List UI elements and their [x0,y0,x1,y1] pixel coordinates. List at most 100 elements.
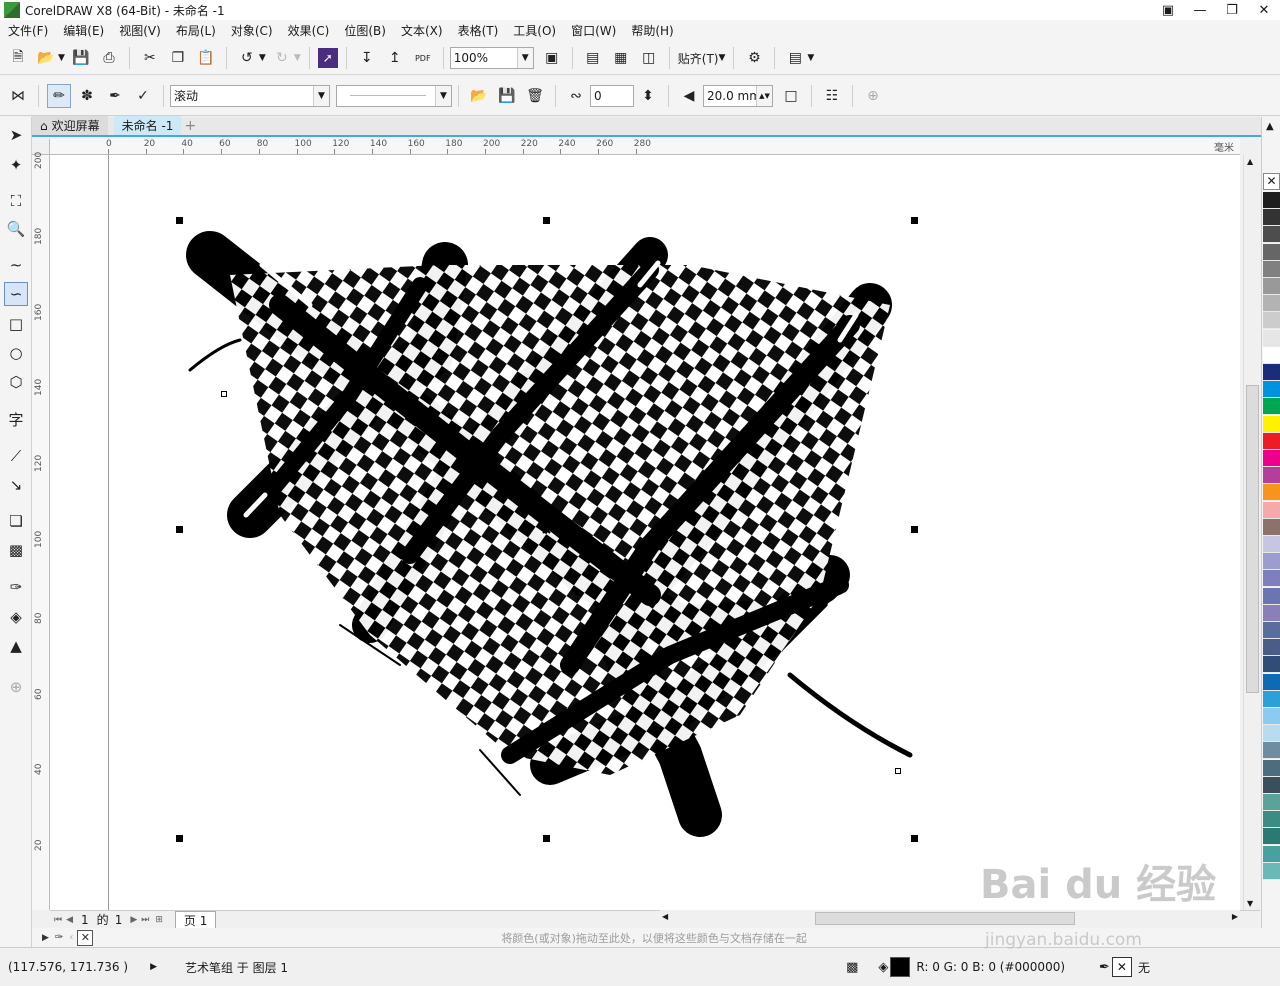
palette-swatch[interactable] [1263,690,1280,708]
publish-pdf-icon[interactable]: PDF [411,46,435,70]
drawing-canvas[interactable] [50,155,1240,910]
transparency-tool-icon[interactable]: ▩ [4,538,28,562]
artistic-media-preset-icon[interactable]: ⋈ [6,84,30,108]
parallel-dimension-tool-icon[interactable]: ⟋ [4,444,28,468]
tab-document[interactable]: 未命名 -1 [113,116,182,135]
palette-swatch[interactable] [1263,862,1280,880]
text-tool-icon[interactable]: 字 [4,407,28,431]
undo-icon[interactable]: ↺ [235,46,259,70]
no-color-swatch-icon[interactable]: ✕ [77,929,94,946]
path-start-node[interactable] [221,391,227,397]
last-page-icon[interactable]: ⏭ [141,915,149,925]
selection-handle-bottom-middle[interactable] [543,835,550,842]
palette-swatch[interactable] [1263,209,1280,227]
pick-tool-icon[interactable]: ➤ [4,123,28,147]
outline-pen-icon[interactable]: ✒ [1099,960,1110,975]
snap-to-menu[interactable]: 贴齐(T) [678,46,719,70]
search-content-icon[interactable]: ➚ [317,48,338,68]
fill-color-swatch[interactable] [890,957,911,977]
zoom-level-combo[interactable]: 100% ▼ [449,47,534,69]
add-page-icon[interactable]: ⊞ [155,915,163,925]
import-icon[interactable]: ↧ [355,46,379,70]
palette-swatch[interactable] [1263,811,1280,829]
show-rulers-icon[interactable]: ▤ [581,46,605,70]
polygon-tool-icon[interactable]: ⬡ [4,370,28,394]
first-page-icon[interactable]: ⏮ [54,915,62,925]
redo-icon[interactable]: ↻ [270,46,294,70]
palette-swatch[interactable] [1263,415,1280,433]
palette-swatch[interactable] [1263,312,1280,330]
palette-swatch[interactable] [1263,604,1280,622]
add-tool-icon[interactable]: ⊕ [4,675,28,699]
palette-swatch[interactable] [1263,364,1280,381]
palette-swatch[interactable] [1263,708,1280,725]
add-tab-icon[interactable]: + [181,116,199,135]
artistic-stroke-artwork[interactable] [50,155,1240,910]
paste-icon[interactable]: 📋 [194,46,218,70]
menu-file[interactable]: 文件(F) [0,20,55,42]
horizontal-scrollbar[interactable]: ◀ ▶ [660,910,1240,928]
palette-swatch[interactable] [1263,639,1280,657]
palette-swatch[interactable] [1263,243,1280,261]
menu-effects[interactable]: 效果(C) [280,20,337,42]
crop-tool-icon[interactable]: ⛶ [4,189,28,213]
palette-left-icon[interactable]: ‹ [69,932,73,943]
palette-swatch[interactable] [1263,570,1280,588]
chevron-down-icon[interactable]: ▼ [313,85,329,106]
vertical-ruler[interactable]: 200 180 160 140 120 100 80 60 40 20 [32,152,50,910]
palette-swatch[interactable] [1263,398,1280,416]
tab-welcome-screen[interactable]: ⌂ 欢迎屏幕 [32,116,108,135]
full-screen-icon[interactable]: ▣ [540,46,564,70]
new-document-icon[interactable]: 🗎 [6,46,30,70]
palette-swatch[interactable] [1263,381,1280,399]
application-launcher-icon[interactable]: ▤ [783,46,807,70]
menu-text[interactable]: 文本(X) [393,20,450,42]
open-dropdown-icon[interactable]: ▼ [58,53,65,63]
palette-swatch[interactable] [1263,278,1280,295]
sprayer-mode-icon[interactable]: ✽ [75,84,99,108]
chevron-down-icon[interactable]: ▼ [435,85,451,106]
palette-swatch[interactable] [1263,484,1280,502]
help-account-icon[interactable]: ▣ [1152,0,1184,20]
palette-swatch[interactable] [1263,587,1280,605]
restore-icon[interactable]: ❐ [1216,0,1248,20]
selection-handle-top-right[interactable] [911,217,918,224]
palette-swatch[interactable] [1263,725,1280,743]
connector-tool-icon[interactable]: ↘ [4,473,28,497]
spin-arrows-icon[interactable]: ▲▼ [756,85,772,106]
palette-swatch[interactable] [1263,192,1280,209]
redo-dropdown-icon[interactable]: ▼ [294,53,301,63]
delete-icon[interactable]: 🗑 [523,84,547,108]
selection-handle-bottom-right[interactable] [911,835,918,842]
close-icon[interactable]: ✕ [1248,0,1280,20]
fill-icon[interactable]: ◈ [878,960,888,975]
menu-layout[interactable]: 布局(L) [168,20,223,42]
browse-folder-icon[interactable]: 📂 [467,84,491,108]
launcher-dropdown-icon[interactable]: ▼ [807,53,814,63]
palette-swatch[interactable] [1263,346,1280,364]
outline-color-swatch-icon[interactable]: ✕ [1111,957,1132,977]
freehand-smoothing-icon[interactable]: ∾ [564,84,588,108]
rectangle-tool-icon[interactable]: □ [4,312,28,336]
scroll-up-icon[interactable]: ▲ [1247,157,1253,166]
scale-stroke-icon[interactable]: □ [779,84,803,108]
palette-swatch[interactable] [1263,501,1280,519]
artistic-media-tool-icon[interactable]: ∽ [4,282,28,306]
stroke-width-icon[interactable]: ◀ [677,84,701,108]
palette-scroll-up-icon[interactable]: ▲ [1266,121,1274,132]
freehand-tool-icon[interactable]: ∼ [4,253,28,277]
palette-swatch[interactable] [1263,656,1280,674]
page-tab-1[interactable]: 页 1 [174,910,217,929]
save-icon[interactable]: 💾 [69,46,93,70]
palette-swatch[interactable] [1263,295,1280,313]
palette-swatch[interactable] [1263,776,1280,794]
options-gear-icon[interactable]: ⚙ [742,46,766,70]
palette-swatch[interactable] [1263,260,1280,278]
palette-swatch[interactable] [1263,518,1280,536]
scroll-right-icon[interactable]: ▶ [1232,912,1238,921]
menu-edit[interactable]: 编辑(E) [55,20,111,42]
palette-swatch[interactable] [1263,329,1280,347]
palette-swatch[interactable] [1263,432,1280,450]
color-proof-icon[interactable]: ▩ [846,960,858,975]
palette-swatch[interactable] [1263,828,1280,846]
